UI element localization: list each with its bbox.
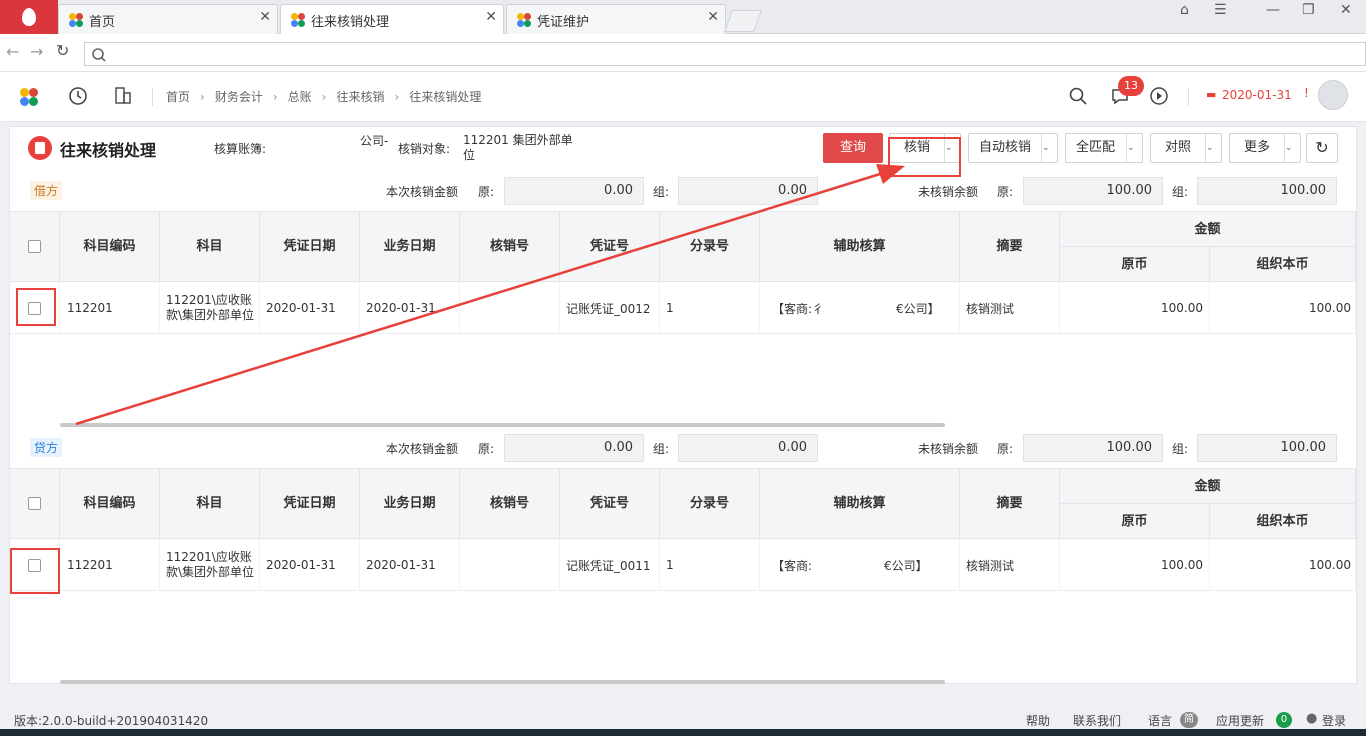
os-taskbar xyxy=(0,729,1366,736)
version-text: 版本:2.0.0-build+201904031420 xyxy=(14,714,209,728)
language-icon[interactable]: 简 xyxy=(1180,712,1198,728)
language-link[interactable]: 语言 xyxy=(1148,712,1172,729)
login-link[interactable]: 登录 xyxy=(1322,712,1346,729)
update-link[interactable]: 应用更新 xyxy=(1216,712,1264,729)
user-icon: ● xyxy=(1306,711,1318,726)
contact-link[interactable]: 联系我们 xyxy=(1073,712,1121,729)
help-link[interactable]: 帮助 xyxy=(1026,712,1050,729)
update-count-badge: 0 xyxy=(1276,712,1292,728)
annotation-arrow xyxy=(75,164,905,426)
